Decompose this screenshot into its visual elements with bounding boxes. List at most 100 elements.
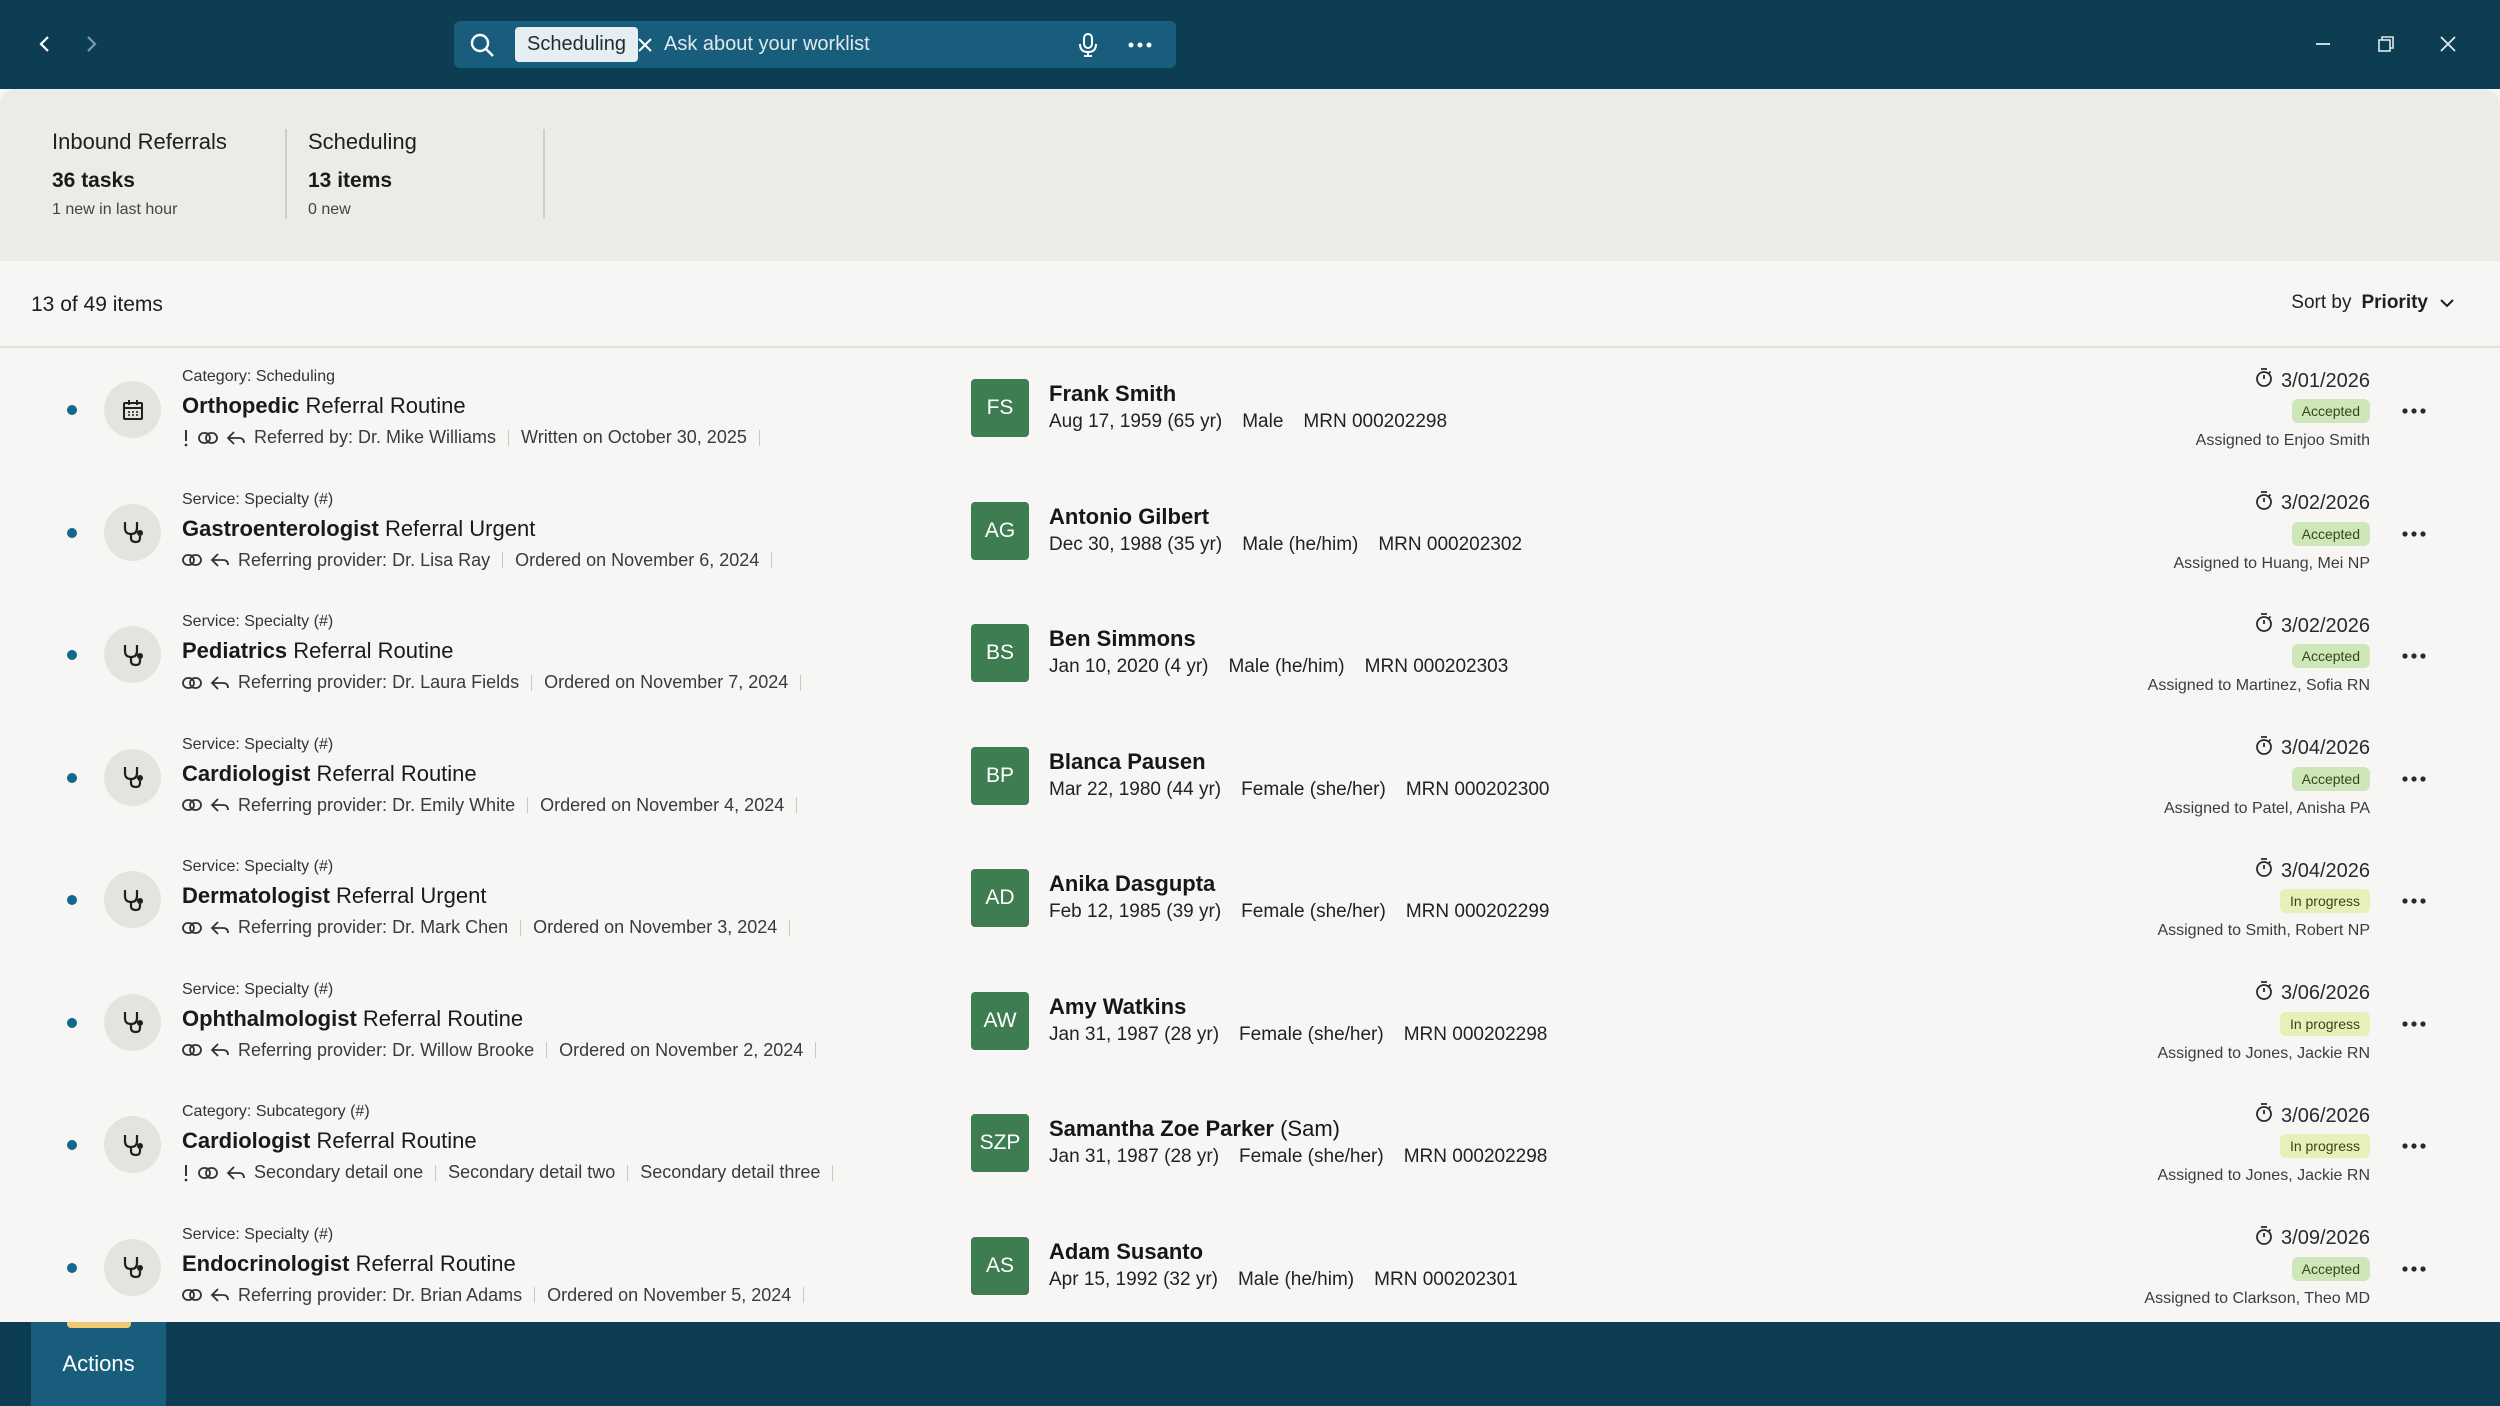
worklist-row[interactable]: Service: Specialty (#) Gastroenterologist… <box>0 473 2500 596</box>
patient-mrn: MRN 000202299 <box>1405 901 1550 922</box>
row-more-button[interactable] <box>2394 393 2434 427</box>
referral-title[interactable]: Dermatologist Referral Urgent <box>182 883 486 909</box>
detail-separator <box>832 1164 834 1181</box>
sort-dropdown[interactable]: Sort by Priority <box>2291 292 2456 314</box>
restore-button[interactable] <box>2366 24 2406 64</box>
more-horizontal-icon <box>2402 1259 2426 1277</box>
referral-detail: Referring provider: Dr. Mark Chen <box>238 917 509 937</box>
worklist-row[interactable]: Service: Specialty (#) Cardiologist Refer… <box>0 718 2500 841</box>
referral-specialty: Gastroenterologist <box>182 515 379 541</box>
referral-specialty: Orthopedic <box>182 393 300 418</box>
referral-detail: Ordered on November 6, 2024 <box>515 549 760 570</box>
patient-name[interactable]: Ben Simmons <box>1049 626 1196 652</box>
patient-sex: Male <box>1242 411 1284 432</box>
referral-details: Referred by: Dr. Mike Williams Written on… <box>182 427 772 448</box>
row-more-button[interactable] <box>2394 883 2434 917</box>
calendar-icon <box>104 381 161 438</box>
due-date: 3/02/2026 <box>2255 613 2370 639</box>
worklist-row[interactable]: Service: Specialty (#) Endocrinologist Re… <box>0 1208 2500 1323</box>
referral-specialty: Endocrinologist <box>182 1250 350 1276</box>
patient-name-text: Ben Simmons <box>1049 626 1196 651</box>
patient-info: Apr 15, 1992 (32 yr) Male (he/him) MRN 000… <box>1049 1269 1538 1291</box>
patient-dob: Mar 22, 1980 (44 yr) <box>1049 778 1222 800</box>
row-more-button[interactable] <box>2394 516 2434 550</box>
referral-detail: Ordered on November 3, 2024 <box>533 917 778 937</box>
search-icon[interactable] <box>468 31 496 59</box>
patient-name-text: Anika Dasgupta <box>1049 871 1216 896</box>
due-date-text: 3/01/2026 <box>2281 369 2370 392</box>
status-badge: Accepted <box>2291 399 2370 423</box>
detail-separator <box>502 552 504 568</box>
referral-title[interactable]: Pediatrics Referral Routine <box>182 638 453 664</box>
referral-title[interactable]: Cardiologist Referral Routine <box>182 761 477 787</box>
referral-specialty: Cardiologist <box>182 760 311 786</box>
due-date: 3/09/2026 <box>2255 1225 2370 1252</box>
patient-dob: Dec 30, 1988 (35 yr) <box>1049 533 1223 555</box>
worklist-row[interactable]: Service: Specialty (#) Ophthalmologist Re… <box>0 963 2500 1086</box>
remove-chip-button[interactable] <box>627 27 663 62</box>
detail-separator <box>771 552 773 568</box>
assigned-to: Assigned to Jones, Jackie RN <box>2157 1044 2370 1062</box>
link-icon <box>198 1166 218 1180</box>
reply-icon <box>226 1165 246 1181</box>
voice-input-button[interactable] <box>1072 29 1104 61</box>
referral-details: Referring provider: Dr. Emily White Order… <box>182 795 809 816</box>
patient-name[interactable]: Frank Smith <box>1049 381 1176 407</box>
referral-category: Service: Specialty (#) <box>182 858 334 875</box>
referral-title[interactable]: Endocrinologist Referral Routine <box>182 1251 516 1277</box>
actions-button[interactable]: Actions <box>31 1322 166 1406</box>
actions-handle[interactable] <box>67 1322 131 1328</box>
unread-indicator <box>67 1140 77 1150</box>
patient-dob: Jan 31, 1987 (28 yr) <box>1049 1023 1220 1045</box>
timer-icon <box>2255 1225 2273 1252</box>
summary-divider <box>285 129 287 219</box>
close-window-button[interactable] <box>2428 24 2468 64</box>
patient-avatar: AG <box>971 501 1029 560</box>
detail-separator <box>546 1042 548 1058</box>
forward-button[interactable] <box>73 26 109 62</box>
summary-subtext: 1 new in last hour <box>52 201 178 218</box>
referral-detail: Referring provider: Dr. Emily White <box>238 794 516 815</box>
referral-detail: Referring provider: Dr. Laura Fields <box>238 672 520 692</box>
link-icon <box>182 798 202 812</box>
referral-title[interactable]: Ophthalmologist Referral Routine <box>182 1006 523 1032</box>
status-badge: In progress <box>2279 889 2370 913</box>
patient-name[interactable]: Samantha Zoe Parker (Sam) <box>1049 1116 1340 1142</box>
referral-details: Referring provider: Dr. Willow Brooke Ord… <box>182 1040 828 1061</box>
referral-type: Referral Routine <box>316 760 477 786</box>
referral-title[interactable]: Gastroenterologist Referral Urgent <box>182 516 535 542</box>
worklist-row[interactable]: Service: Specialty (#) Pediatrics Referra… <box>0 595 2500 718</box>
summary-card-scheduling[interactable]: Scheduling 13 items 0 new <box>308 129 417 265</box>
row-more-button[interactable] <box>2394 761 2434 795</box>
patient-mrn: MRN 000202298 <box>1303 411 1448 432</box>
link-icon <box>198 431 218 445</box>
patient-name[interactable]: Anika Dasgupta <box>1049 871 1215 897</box>
search-more-button[interactable] <box>1124 29 1156 61</box>
summary-card-inbound-referrals[interactable]: Inbound Referrals 36 tasks 1 new in last… <box>52 129 227 265</box>
minimize-button[interactable] <box>2303 24 2343 64</box>
row-more-button[interactable] <box>2394 1006 2434 1040</box>
patient-name[interactable]: Antonio Gilbert <box>1049 504 1209 530</box>
referral-category: Category: Scheduling <box>182 368 335 385</box>
referral-detail: Ordered on November 7, 2024 <box>544 672 789 692</box>
worklist-row[interactable]: Category: Scheduling Orthopedic Referral … <box>0 350 2500 473</box>
worklist-row[interactable]: Service: Specialty (#) Dermatologist Refe… <box>0 840 2500 963</box>
row-more-button[interactable] <box>2394 638 2434 672</box>
patient-name[interactable]: Blanca Pausen <box>1049 749 1206 775</box>
detail-separator <box>534 1287 536 1303</box>
row-more-button[interactable] <box>2394 1128 2434 1162</box>
row-more-button[interactable] <box>2394 1251 2434 1285</box>
patient-name[interactable]: Amy Watkins <box>1049 994 1186 1020</box>
assigned-to: Assigned to Smith, Robert NP <box>2157 922 2370 939</box>
patient-name[interactable]: Adam Susanto <box>1049 1239 1203 1265</box>
stethoscope-icon <box>104 748 161 806</box>
assigned-to: Assigned to Clarkson, Theo MD <box>2144 1289 2370 1307</box>
referral-title[interactable]: Orthopedic Referral Routine <box>182 393 466 419</box>
search-input[interactable] <box>664 27 1064 62</box>
worklist-row[interactable]: Category: Subcategory (#) Cardiologist Re… <box>0 1085 2500 1208</box>
back-button[interactable] <box>27 26 63 62</box>
detail-separator <box>758 429 760 446</box>
unread-indicator <box>67 1017 77 1028</box>
referral-title[interactable]: Cardiologist Referral Routine <box>182 1128 477 1154</box>
item-count: 13 of 49 items <box>31 293 163 316</box>
